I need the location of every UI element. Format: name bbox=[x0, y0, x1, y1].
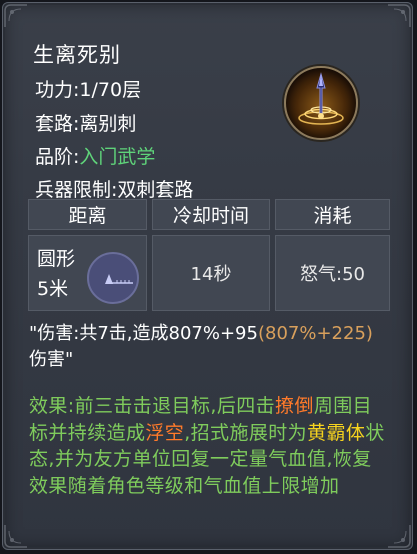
range-distance: 5米 bbox=[37, 278, 69, 300]
rank-label: 品阶: bbox=[35, 146, 80, 168]
damage-suffix: 伤害" bbox=[29, 349, 74, 370]
effect-highlight-airborne: 浮空 bbox=[145, 421, 185, 444]
weapon-row: 兵器限制:双刺套路 bbox=[35, 175, 193, 202]
power-label: 功力: bbox=[35, 79, 80, 101]
skill-tooltip-panel: 生离死别 功力:1/70层 套路:离别刺 品阶:入门武学 兵器限制:双刺套路 距… bbox=[2, 2, 413, 550]
style-row: 套路:离别刺 bbox=[35, 109, 136, 136]
damage-prefix: "伤害:共7击,造成807%+95 bbox=[29, 323, 258, 344]
effect-text: 效果:前三击击退目标,后四击 bbox=[29, 395, 276, 417]
skill-name: 生离死别 bbox=[33, 43, 121, 67]
power-value: 1/70层 bbox=[79, 79, 142, 101]
style-label: 套路: bbox=[35, 113, 80, 135]
range-cell: 圆形 5米 bbox=[28, 235, 147, 311]
range-header: 距离 bbox=[28, 199, 147, 230]
range-shape: 圆形 bbox=[37, 248, 76, 270]
rank-row: 品阶:入门武学 bbox=[35, 142, 155, 169]
damage-description: "伤害:共7击,造成807%+95(807%+225) 伤害" bbox=[29, 321, 389, 373]
cost-header: 消耗 bbox=[275, 199, 390, 230]
weapon-label: 兵器限制: bbox=[35, 179, 118, 201]
effect-highlight-knockdown: 撩倒 bbox=[275, 395, 314, 417]
circle-range-icon bbox=[87, 252, 139, 304]
rank-value: 入门武学 bbox=[79, 146, 156, 168]
corner-ornament-icon bbox=[3, 523, 29, 549]
weapon-value: 双刺套路 bbox=[117, 179, 194, 201]
power-row: 功力:1/70层 bbox=[35, 75, 141, 102]
corner-ornament-icon bbox=[386, 3, 412, 29]
corner-ornament-icon bbox=[3, 3, 29, 29]
damage-scaling: (807%+225) bbox=[257, 323, 373, 344]
effect-highlight-super-armor: 黄霸体 bbox=[307, 421, 366, 444]
cooldown-header: 冷却时间 bbox=[152, 199, 270, 230]
effect-text: ,招式施展时为 bbox=[184, 421, 308, 444]
effect-description: 效果:前三击击退目标,后四击撩倒周围目标并持续造成浮空,招式施展时为黄霸体状态,… bbox=[29, 393, 391, 499]
cooldown-value: 14秒 bbox=[152, 235, 270, 311]
cost-value: 怒气:50 bbox=[275, 235, 390, 311]
style-value: 离别刺 bbox=[79, 113, 137, 135]
corner-ornament-icon bbox=[386, 523, 412, 549]
spear-vortex-icon bbox=[284, 66, 358, 140]
